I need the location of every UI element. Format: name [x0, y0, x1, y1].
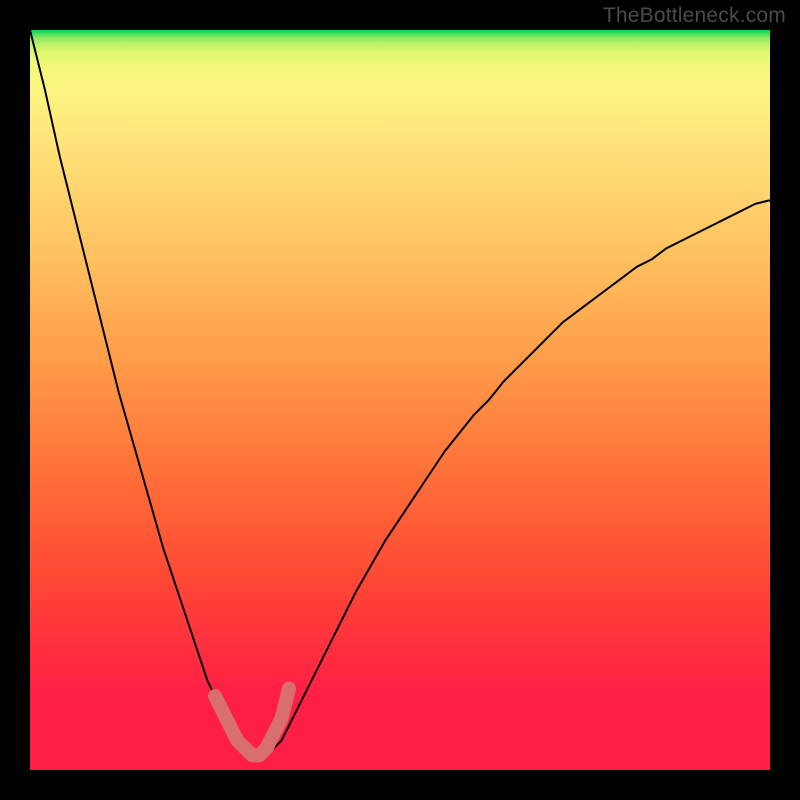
gradient-background	[30, 30, 770, 770]
bottleneck-curve-chart	[30, 30, 770, 770]
watermark-text: TheBottleneck.com	[603, 4, 786, 28]
chart-frame: TheBottleneck.com	[0, 0, 800, 800]
